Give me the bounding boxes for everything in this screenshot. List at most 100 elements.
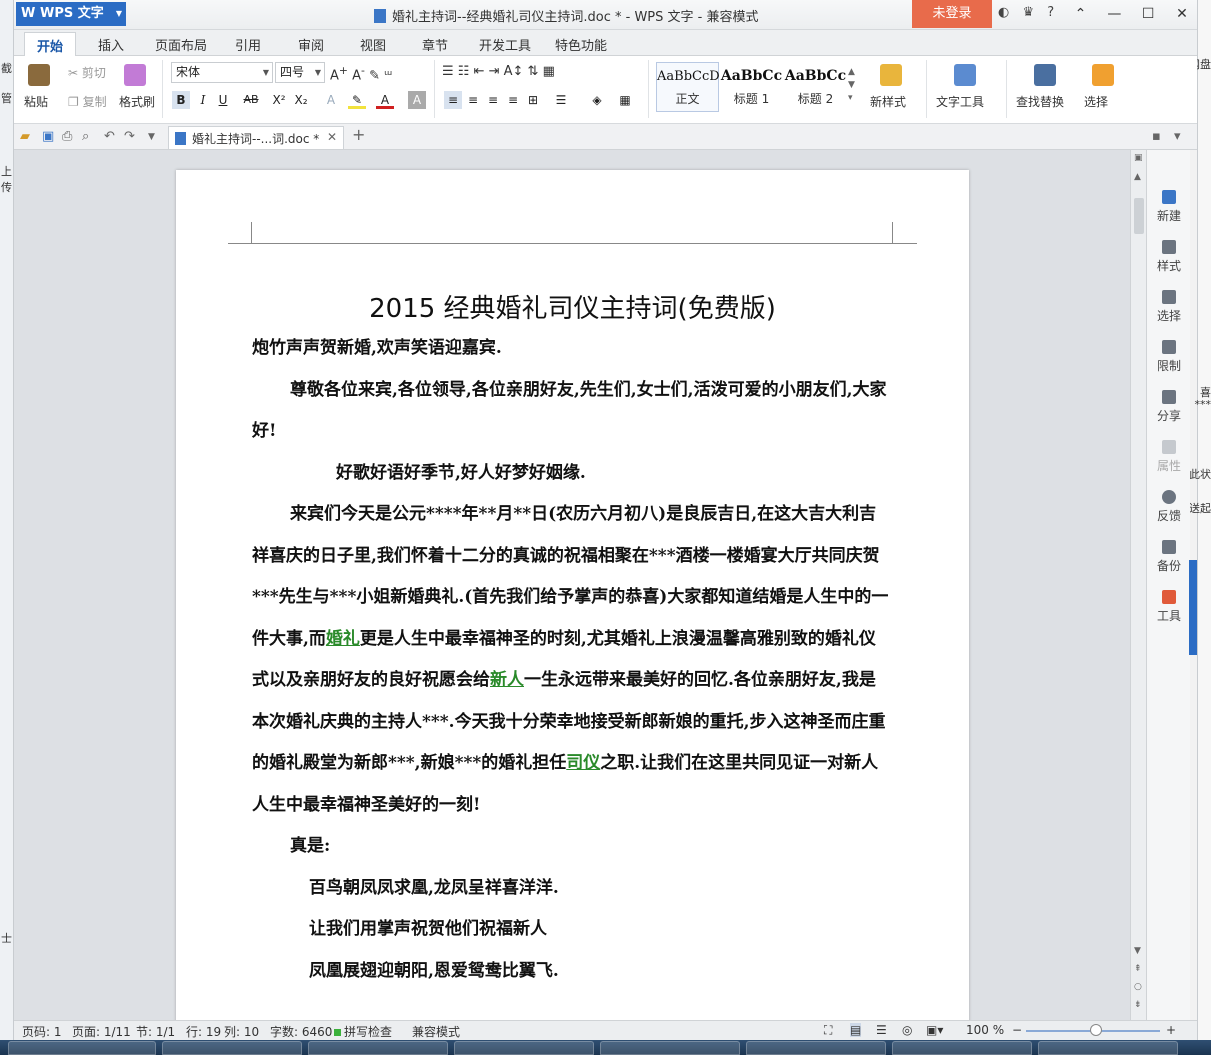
taskbar-app[interactable] — [600, 1041, 740, 1055]
char-shading-button[interactable]: A — [408, 91, 426, 109]
open-icon[interactable]: ▰ — [20, 129, 30, 144]
panel-feedback[interactable]: 反馈 — [1147, 490, 1191, 524]
page-view-icon[interactable]: ▤ — [850, 1023, 862, 1037]
zoom-slider-knob[interactable] — [1090, 1024, 1102, 1036]
tab-home[interactable]: 开始 — [24, 32, 77, 56]
copy-button[interactable]: ❐ 复制 — [68, 93, 107, 110]
maximize-button[interactable]: ☐ — [1133, 0, 1163, 28]
panel-properties[interactable]: 属性 — [1147, 440, 1191, 474]
panel-style[interactable]: 样式 — [1147, 240, 1191, 274]
justify-button[interactable]: ≡ — [504, 91, 522, 109]
taskbar-app[interactable] — [892, 1041, 1032, 1055]
link-newlyweds[interactable]: 新人 — [490, 670, 524, 690]
tab-view[interactable]: 视图 — [360, 35, 386, 54]
tab-features[interactable]: 特色功能 — [555, 35, 607, 54]
tab-page-layout[interactable]: 页面布局 — [155, 35, 207, 54]
highlight-button[interactable]: ✎ — [348, 91, 366, 109]
save-icon[interactable]: ▣ — [42, 129, 54, 144]
redo-icon[interactable]: ↷ — [124, 129, 135, 144]
document-area[interactable]: 2015 经典婚礼司仪主持词(免费版) 炮竹声声贺新婚,欢声笑语迎嘉宾. 尊敬各… — [14, 150, 1130, 1020]
read-view-icon[interactable]: ▣▾ — [926, 1023, 943, 1037]
next-page-icon[interactable]: ⇟ — [1134, 1000, 1142, 1010]
zoom-out-icon[interactable]: − — [1012, 1023, 1022, 1037]
new-tab-icon[interactable]: + — [352, 125, 365, 144]
new-style-button[interactable]: 新样式 — [870, 93, 906, 110]
status-words[interactable]: 字数: 6460 — [270, 1023, 332, 1040]
font-color-button[interactable]: A — [376, 91, 394, 109]
bold-button[interactable]: B — [172, 91, 190, 109]
select-button[interactable]: 选择 — [1084, 93, 1108, 110]
undo-icon[interactable]: ↶ — [104, 129, 115, 144]
style-heading-1[interactable]: AaBbCc 标题 1 — [720, 62, 783, 112]
style-heading-2[interactable]: AaBbCc 标题 2 — [784, 62, 847, 112]
text-tools-button[interactable]: 文字工具 — [936, 93, 984, 110]
underline-button[interactable]: U — [214, 91, 232, 109]
panel-select[interactable]: 选择 — [1147, 290, 1191, 324]
styles-scroll[interactable]: ▲ ▼ ▾ — [848, 66, 855, 105]
close-button[interactable]: ✕ — [1167, 0, 1197, 28]
style-normal[interactable]: AaBbCcD 正文 — [656, 62, 720, 112]
taskbar-app[interactable] — [308, 1041, 448, 1055]
restore-icon[interactable]: ▾ — [1174, 129, 1181, 144]
taskbar-app[interactable] — [746, 1041, 886, 1055]
skin-icon[interactable]: ◐ — [998, 5, 1009, 20]
link-emcee[interactable]: 司仪 — [566, 753, 600, 773]
list-buttons[interactable]: ☰ ☷ ⇤ ⇥ A↕ ⇅ ▦ — [442, 64, 555, 79]
cut-button[interactable]: ✂ 剪切 — [68, 64, 106, 81]
italic-button[interactable]: I — [194, 91, 212, 109]
outline-view-icon[interactable]: ☰ — [876, 1023, 887, 1037]
panel-restrict[interactable]: 限制 — [1147, 340, 1191, 374]
collapse-ribbon-icon[interactable]: ⌃ — [1066, 0, 1096, 28]
scroll-thumb[interactable] — [1134, 198, 1144, 234]
panel-backup[interactable]: 备份 — [1147, 540, 1191, 574]
taskbar-app[interactable] — [1038, 1041, 1178, 1055]
minimize-button[interactable]: — — [1099, 0, 1129, 28]
tab-chapter[interactable]: 章节 — [422, 35, 448, 54]
taskbar-app[interactable] — [8, 1041, 156, 1055]
find-replace-button[interactable]: 查找替换 — [1016, 93, 1064, 110]
close-tab-icon[interactable]: ✕ — [327, 130, 337, 144]
font-name-select[interactable]: 宋体 ▼ — [171, 62, 273, 83]
tab-developer[interactable]: 开发工具 — [479, 35, 531, 54]
font-size-select[interactable]: 四号 ▼ — [275, 62, 325, 83]
taskbar-app[interactable] — [162, 1041, 302, 1055]
fullscreen-view-icon[interactable]: ⛶ — [824, 1023, 832, 1038]
panel-icon[interactable]: ▪ — [1152, 129, 1161, 144]
link-wedding[interactable]: 婚礼 — [326, 629, 360, 649]
align-center-button[interactable]: ≡ — [464, 91, 482, 109]
distributed-button[interactable]: ⊞ — [524, 91, 542, 109]
panel-share[interactable]: 分享 — [1147, 390, 1191, 424]
panel-collapse-handle[interactable] — [1189, 560, 1197, 655]
split-icon[interactable]: ▣ — [1134, 153, 1143, 163]
panel-tools[interactable]: 工具 — [1147, 590, 1191, 624]
line-spacing-button[interactable]: ☰ — [552, 91, 570, 109]
superscript-button[interactable]: X² — [270, 91, 288, 109]
border-button[interactable]: ▦ — [616, 91, 634, 109]
paste-button[interactable]: 粘贴 — [24, 93, 48, 110]
prev-page-icon[interactable]: ⇞ — [1134, 964, 1142, 974]
taskbar-app[interactable] — [454, 1041, 594, 1055]
scroll-down-icon[interactable]: ▼ — [1134, 946, 1141, 956]
browse-object-icon[interactable]: ○ — [1134, 982, 1142, 992]
align-left-button[interactable]: ≡ — [444, 91, 462, 109]
web-view-icon[interactable]: ◎ — [902, 1023, 912, 1037]
strikethrough-button[interactable]: AB — [242, 91, 260, 109]
help-icon[interactable]: ? — [1047, 5, 1054, 20]
tab-references[interactable]: 引用 — [235, 35, 261, 54]
document-page[interactable]: 2015 经典婚礼司仪主持词(免费版) 炮竹声声贺新婚,欢声笑语迎嘉宾. 尊敬各… — [176, 170, 969, 1020]
print-preview-icon[interactable]: ⌕ — [82, 129, 89, 144]
login-button[interactable]: 未登录 — [912, 0, 992, 28]
document-tab[interactable]: 婚礼主持词--...词.doc * ✕ — [168, 126, 344, 149]
format-painter-button[interactable]: 格式刷 — [119, 93, 155, 110]
zoom-in-icon[interactable]: + — [1166, 1023, 1176, 1037]
font-size-buttons[interactable]: A+ A- ✎ ᵚ — [330, 64, 392, 83]
print-icon[interactable]: ⎙ — [62, 129, 72, 144]
panel-new[interactable]: 新建 — [1147, 190, 1191, 224]
shirt-icon[interactable]: ♛ — [1022, 5, 1034, 20]
wps-app-menu-button[interactable]: W WPS 文字 ▼ — [16, 2, 126, 26]
spell-check-toggle[interactable]: 拼写检查 — [334, 1023, 392, 1040]
subscript-button[interactable]: X₂ — [292, 91, 310, 109]
vertical-scrollbar[interactable]: ▣ ▲ ▼ ⇞ ○ ⇟ — [1130, 150, 1146, 1020]
tab-review[interactable]: 审阅 — [298, 35, 324, 54]
zoom-level[interactable]: 100 % — [966, 1023, 1004, 1037]
